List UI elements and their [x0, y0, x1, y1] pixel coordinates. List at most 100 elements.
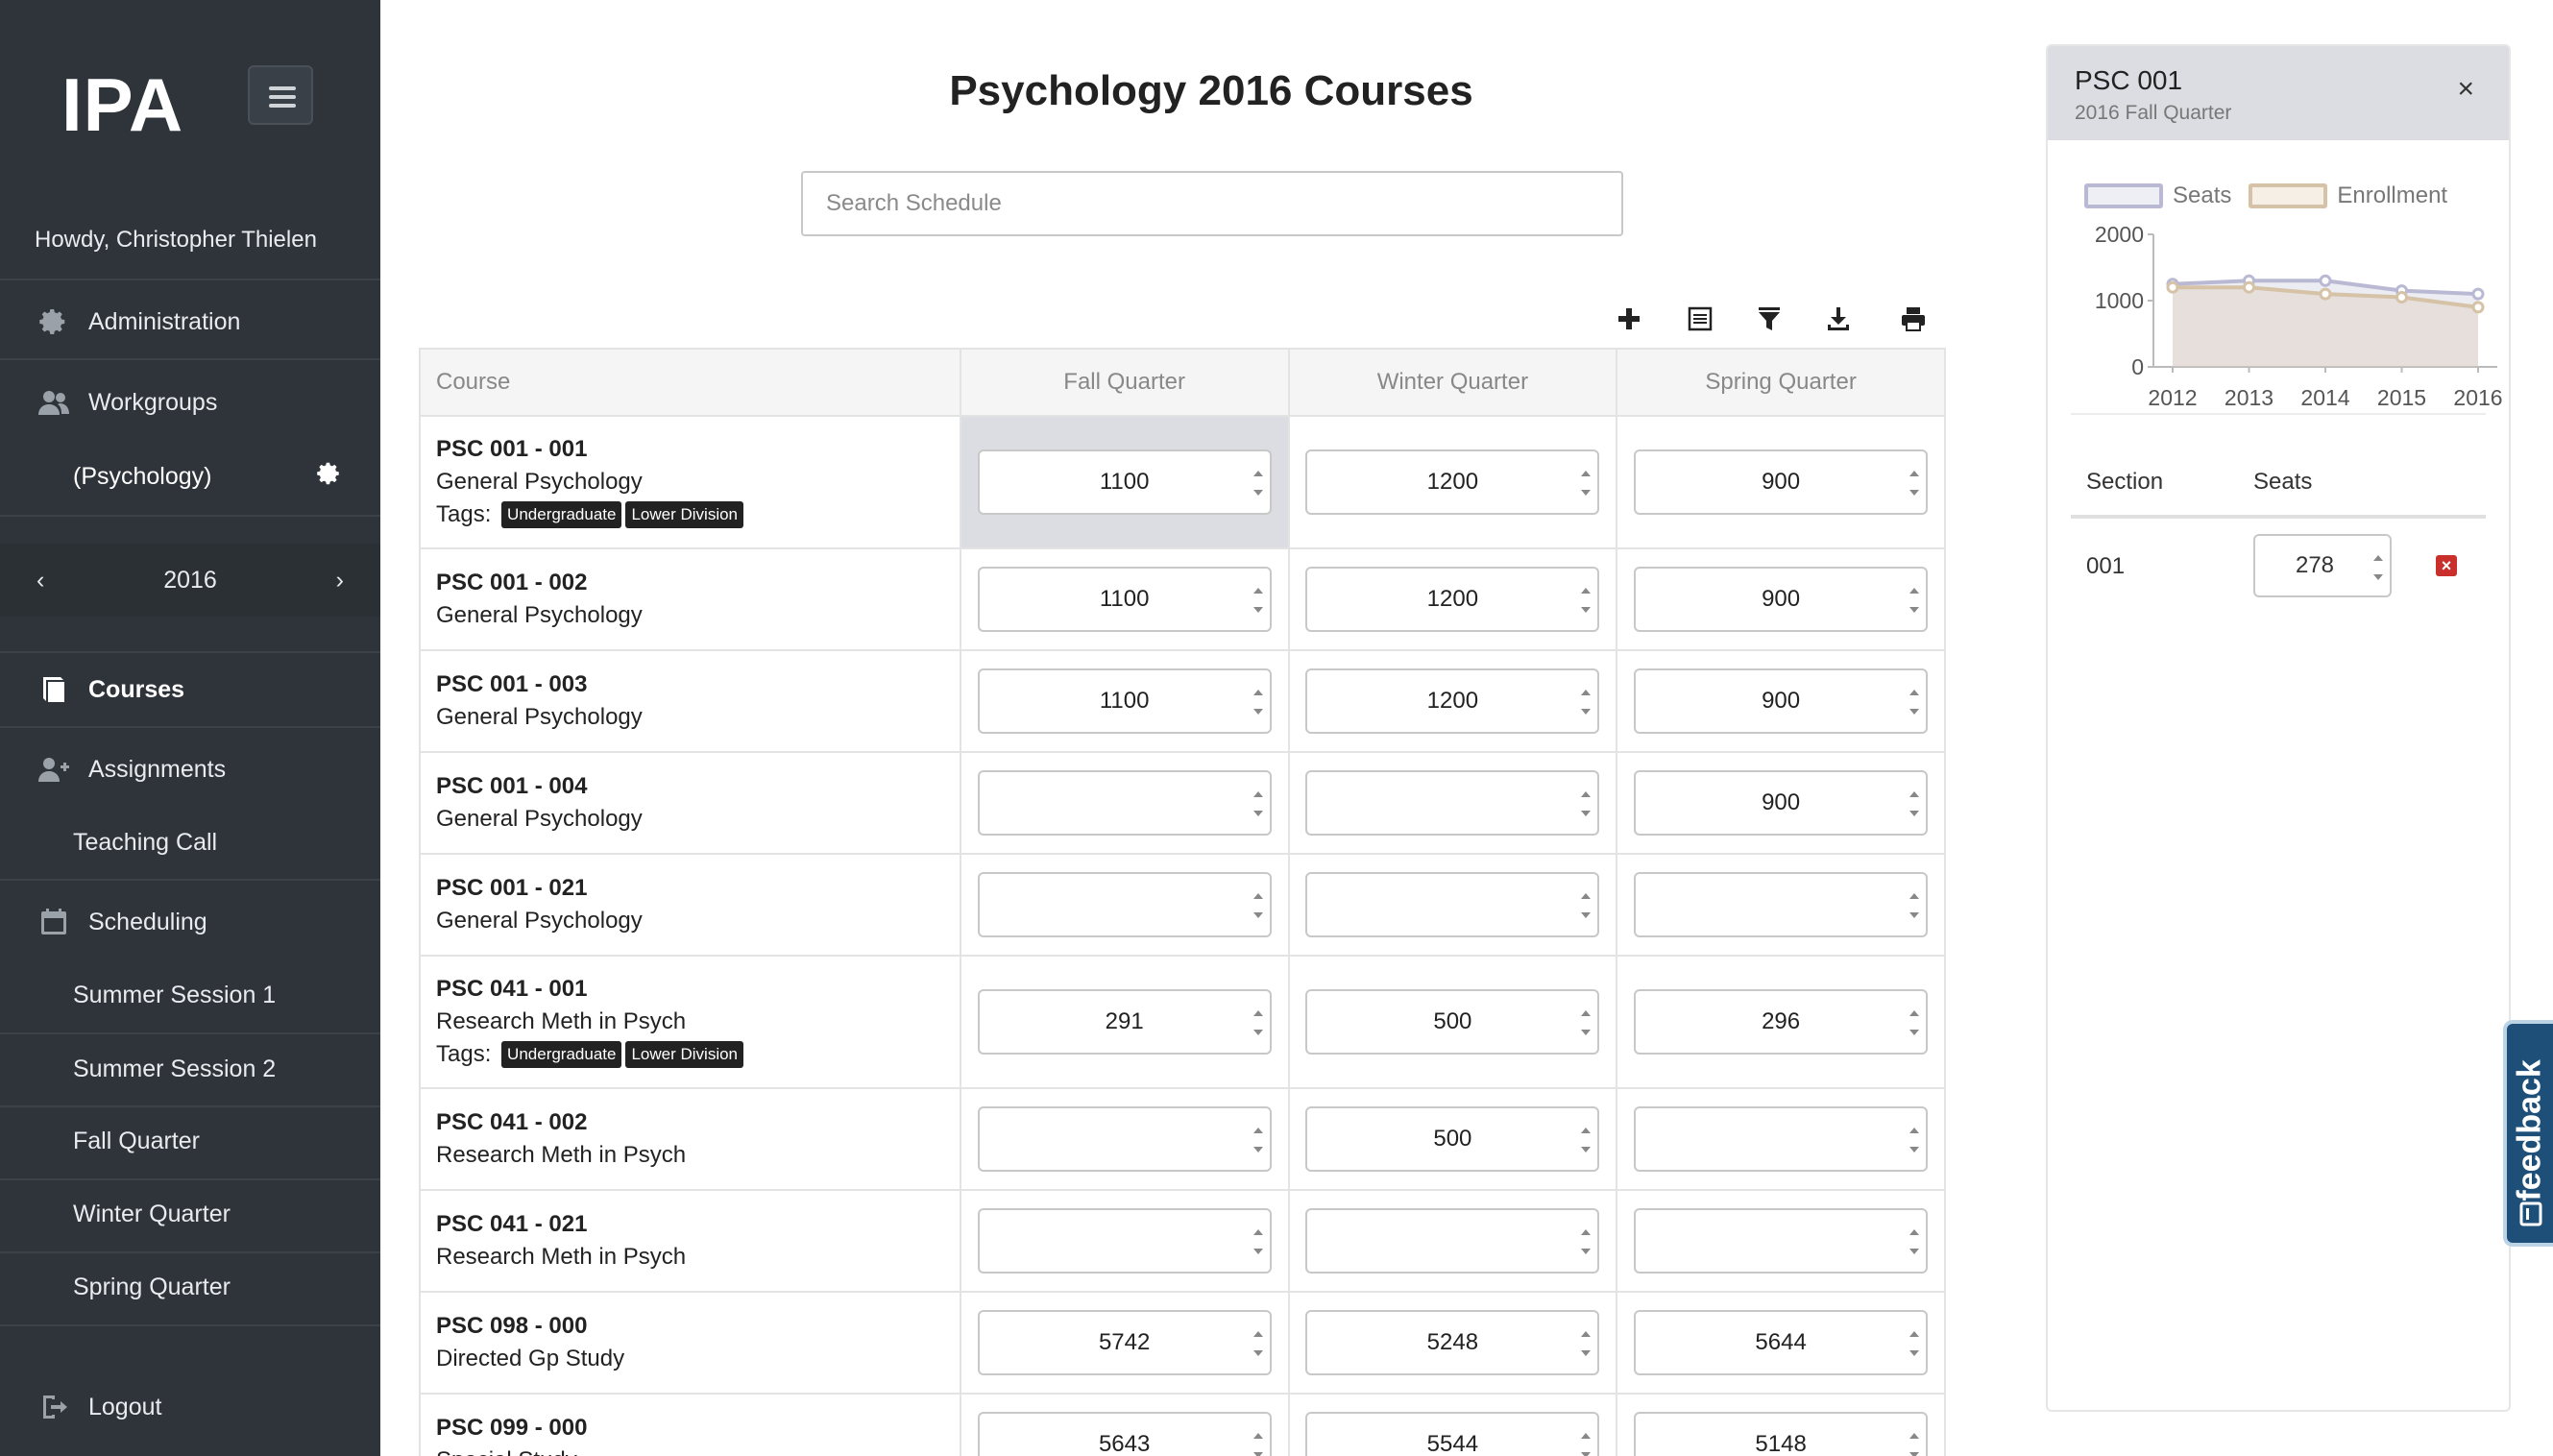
print-icon[interactable] [1894, 300, 1933, 338]
sidebar-item-scheduling[interactable]: Scheduling [0, 886, 380, 959]
seats-input-fall[interactable]: 5643 [977, 1412, 1272, 1456]
spinner-icon[interactable] [1580, 1229, 1592, 1254]
seats-input-spring[interactable]: 900 [1634, 668, 1929, 734]
sidebar-item-teaching-call[interactable]: Teaching Call [0, 806, 380, 879]
spinner-icon[interactable] [1909, 471, 1920, 496]
column-header-course[interactable]: Course [419, 348, 961, 417]
seats-input-spring[interactable]: 5148 [1634, 1412, 1929, 1456]
spinner-icon[interactable] [1909, 893, 1920, 918]
spinner-icon[interactable] [1909, 1229, 1920, 1254]
seats-input-winter[interactable]: 1200 [1305, 449, 1600, 515]
section-seats-input[interactable]: 278 [2253, 534, 2392, 597]
sidebar-item-assignments[interactable]: Assignments [0, 733, 380, 806]
sidebar-item-winter-quarter[interactable]: Winter Quarter [0, 1177, 380, 1250]
seats-input-winter[interactable]: 500 [1305, 1106, 1600, 1172]
seats-input-fall[interactable]: 5742 [977, 1310, 1272, 1375]
list-icon[interactable] [1681, 300, 1719, 338]
table-row[interactable]: PSC 001 - 003 General Psychology 1100 12… [419, 649, 1946, 753]
seats-input-fall[interactable] [977, 770, 1272, 836]
column-header-winter[interactable]: Winter Quarter [1287, 348, 1618, 417]
column-header-fall[interactable]: Fall Quarter [959, 348, 1290, 417]
sidebar-item-workgroups[interactable]: Workgroups [0, 366, 380, 439]
seats-input-winter[interactable] [1305, 872, 1600, 937]
table-row[interactable]: PSC 001 - 004 General Psychology 900 [419, 751, 1946, 855]
close-icon[interactable]: × [2457, 73, 2474, 106]
filter-icon[interactable] [1750, 300, 1788, 338]
workgroup-settings-icon[interactable] [317, 461, 342, 491]
plus-icon[interactable] [1610, 300, 1648, 338]
spinner-icon[interactable] [1252, 893, 1264, 918]
table-row[interactable]: PSC 041 - 021 Research Meth in Psych [419, 1189, 1946, 1293]
seats-input-spring[interactable]: 900 [1634, 449, 1929, 515]
spinner-icon[interactable] [2372, 555, 2384, 580]
sidebar-item-logout[interactable]: Logout [0, 1371, 380, 1444]
table-row[interactable]: PSC 001 - 002 General Psychology 1100 12… [419, 547, 1946, 651]
sidebar-item-spring-quarter[interactable]: Spring Quarter [0, 1250, 380, 1323]
spinner-icon[interactable] [1580, 588, 1592, 613]
seats-input-winter[interactable]: 5248 [1305, 1310, 1600, 1375]
seats-input-winter[interactable] [1305, 770, 1600, 836]
spinner-icon[interactable] [1909, 1433, 1920, 1456]
table-row[interactable]: PSC 001 - 021 General Psychology [419, 853, 1946, 957]
search-input[interactable] [801, 171, 1623, 236]
spinner-icon[interactable] [1580, 1331, 1592, 1356]
seats-input-fall[interactable]: 291 [977, 989, 1272, 1055]
seats-input-spring[interactable]: 296 [1634, 989, 1929, 1055]
prev-year-button[interactable]: ‹ [36, 567, 44, 595]
table-row[interactable]: PSC 098 - 000 Directed Gp Study 5742 524… [419, 1291, 1946, 1395]
spinner-icon[interactable] [1580, 690, 1592, 715]
spinner-icon[interactable] [1580, 1433, 1592, 1456]
seats-input-fall[interactable] [977, 872, 1272, 937]
seats-input-fall[interactable]: 1100 [977, 449, 1272, 515]
column-header-spring[interactable]: Spring Quarter [1616, 348, 1946, 417]
spinner-icon[interactable] [1252, 1433, 1264, 1456]
spinner-icon[interactable] [1580, 791, 1592, 816]
seats-input-winter[interactable]: 1200 [1305, 567, 1600, 632]
menu-toggle-button[interactable] [248, 65, 313, 125]
seats-input-spring[interactable]: 5644 [1634, 1310, 1929, 1375]
sidebar-item-summer-session-2[interactable]: Summer Session 2 [0, 1032, 380, 1105]
download-icon[interactable] [1819, 300, 1858, 338]
spinner-icon[interactable] [1580, 1010, 1592, 1035]
seats-input-winter[interactable]: 500 [1305, 989, 1600, 1055]
seats-input-winter[interactable] [1305, 1208, 1600, 1274]
seats-input-fall[interactable]: 1100 [977, 567, 1272, 632]
seats-input-spring[interactable] [1634, 1106, 1929, 1172]
spinner-icon[interactable] [1252, 1128, 1264, 1153]
spinner-icon[interactable] [1252, 1229, 1264, 1254]
app-logo[interactable]: IPA [61, 61, 183, 149]
spinner-icon[interactable] [1909, 690, 1920, 715]
spinner-icon[interactable] [1252, 1331, 1264, 1356]
spinner-icon[interactable] [1909, 1128, 1920, 1153]
seats-input-winter[interactable]: 5544 [1305, 1412, 1600, 1456]
spinner-icon[interactable] [1252, 690, 1264, 715]
spinner-icon[interactable] [1909, 588, 1920, 613]
sidebar-item-courses[interactable]: Courses [0, 653, 380, 726]
seats-input-fall[interactable] [977, 1208, 1272, 1274]
spinner-icon[interactable] [1252, 471, 1264, 496]
seats-input-winter[interactable]: 1200 [1305, 668, 1600, 734]
spinner-icon[interactable] [1580, 1128, 1592, 1153]
table-row[interactable]: PSC 041 - 002 Research Meth in Psych 500 [419, 1087, 1946, 1191]
sidebar-item-fall-quarter[interactable]: Fall Quarter [0, 1104, 380, 1177]
spinner-icon[interactable] [1252, 588, 1264, 613]
seats-input-spring[interactable] [1634, 872, 1929, 937]
seats-input-fall[interactable] [977, 1106, 1272, 1172]
seats-input-spring[interactable]: 900 [1634, 567, 1929, 632]
sidebar-item-summer-session-1[interactable]: Summer Session 1 [0, 959, 380, 1031]
seats-input-spring[interactable]: 900 [1634, 770, 1929, 836]
feedback-tab[interactable]: feedback [2503, 1020, 2553, 1247]
spinner-icon[interactable] [1909, 1010, 1920, 1035]
seats-input-fall[interactable]: 1100 [977, 668, 1272, 734]
spinner-icon[interactable] [1580, 471, 1592, 496]
spinner-icon[interactable] [1252, 791, 1264, 816]
table-row[interactable]: PSC 001 - 001 General Psychology Tags: U… [419, 415, 1946, 549]
spinner-icon[interactable] [1252, 1010, 1264, 1035]
spinner-icon[interactable] [1580, 893, 1592, 918]
table-row[interactable]: PSC 099 - 000 Special Study 5643 5544 51… [419, 1393, 1946, 1456]
spinner-icon[interactable] [1909, 1331, 1920, 1356]
seats-input-spring[interactable] [1634, 1208, 1929, 1274]
sidebar-item-administration[interactable]: Administration [0, 285, 380, 358]
spinner-icon[interactable] [1909, 791, 1920, 816]
delete-section-icon[interactable]: × [2436, 555, 2457, 576]
